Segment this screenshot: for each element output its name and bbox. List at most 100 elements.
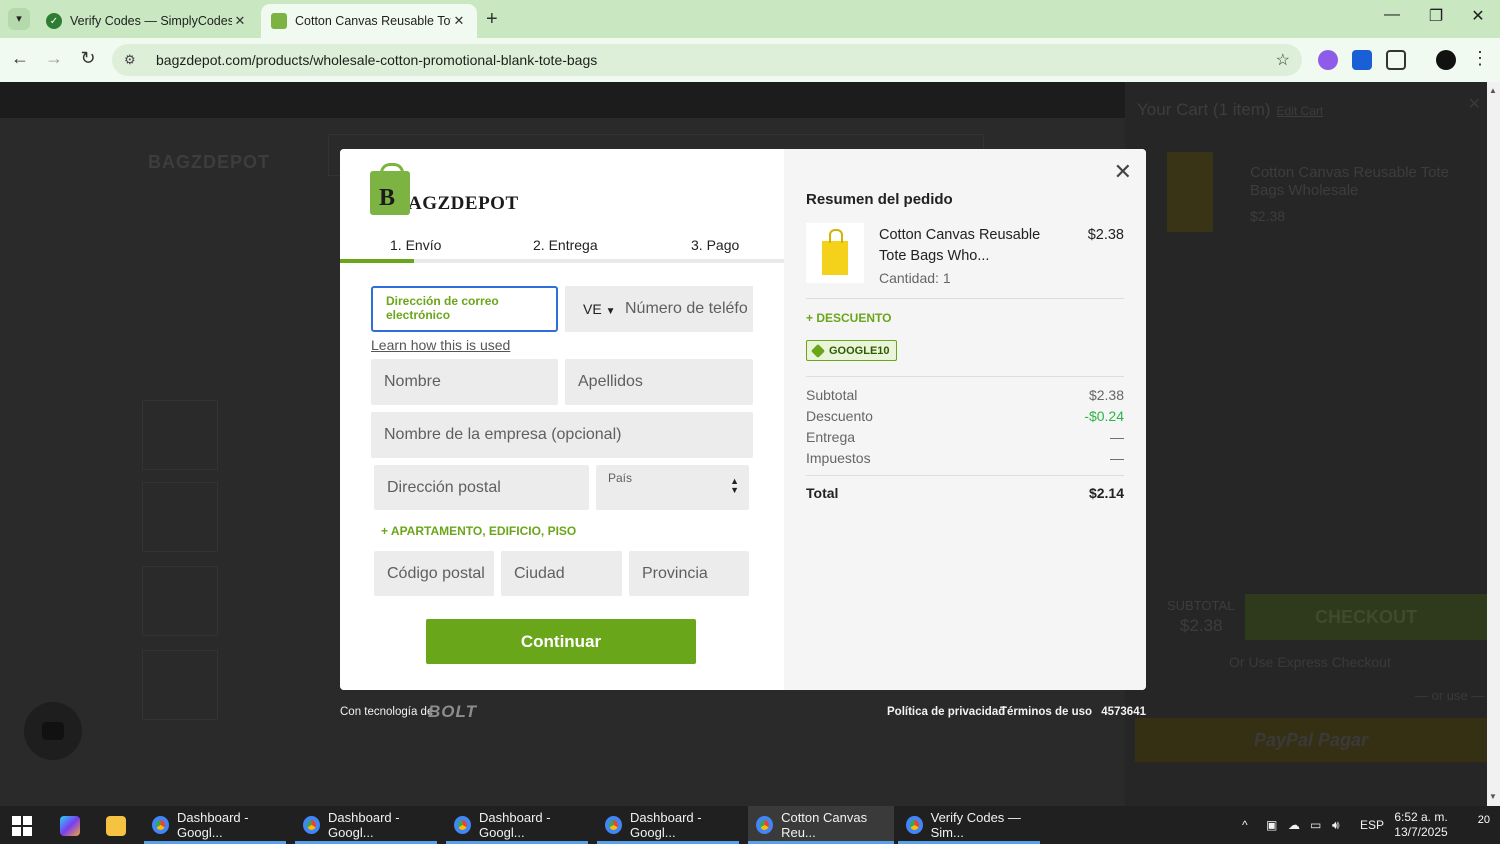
puzzle-extensions-icon[interactable] [1386, 50, 1406, 70]
cart-subtotal-label: SUBTOTAL [1167, 598, 1235, 613]
modal-close-icon[interactable]: ✕ [1114, 159, 1132, 185]
country-code-value: VE [583, 301, 602, 317]
express-checkout-text: Or Use Express Checkout [1229, 654, 1391, 670]
tab-verify-codes[interactable]: ✓ Verify Codes — SimplyCodes ✕ [36, 4, 258, 38]
coupon-badge[interactable]: GOOGLE10 [806, 340, 897, 361]
page-scrollbar[interactable]: ▲ ▼ [1487, 82, 1500, 806]
file-explorer-icon[interactable] [106, 816, 126, 836]
tag-icon [810, 343, 826, 358]
scroll-down-icon[interactable]: ▼ [1489, 792, 1497, 801]
learn-how-link[interactable]: Learn how this is used [371, 337, 510, 353]
country-select[interactable]: País ▲ ▼ [596, 465, 749, 510]
row-label: Impuestos [806, 450, 871, 466]
tab-close-icon[interactable]: ✕ [451, 13, 467, 29]
window-close-icon[interactable]: ✕ [1458, 6, 1498, 26]
clock-time: 6:52 a. m. [1394, 810, 1448, 824]
shopping-bag-logo-icon: B [370, 163, 410, 215]
taskbar-app-chrome[interactable]: Dashboard - Googl... [295, 806, 437, 844]
chat-bubble-icon[interactable] [24, 702, 82, 760]
scroll-up-icon[interactable]: ▲ [1489, 86, 1497, 95]
step-shipping[interactable]: 1. Envío [390, 237, 441, 253]
phone-input[interactable]: Número de teléfono [625, 300, 747, 318]
tab-title: Cotton Canvas Reusable Tote B [295, 14, 451, 28]
tab-title: Verify Codes — SimplyCodes [70, 14, 232, 28]
new-tab-plus-icon[interactable]: + [486, 8, 498, 31]
chrome-icon [906, 816, 923, 834]
meet-now-icon[interactable]: ▣ [1266, 806, 1277, 844]
system-clock[interactable]: 6:52 a. m. 13/7/2025 [1388, 810, 1454, 840]
row-value: — [1110, 450, 1124, 466]
continue-button[interactable]: Continuar [426, 619, 696, 664]
network-icon[interactable]: ▭ [1310, 806, 1321, 844]
announcement-strip [0, 82, 1125, 118]
language-indicator[interactable]: ESP [1360, 806, 1384, 844]
discount-row: Descuento -$0.24 [806, 408, 1124, 424]
sort-arrows-icon: ▲ ▼ [730, 476, 739, 495]
cart-header: Your Cart (1 item) Edit Cart [1137, 100, 1323, 120]
add-discount-link[interactable]: + DESCUENTO [806, 311, 891, 325]
address-bar[interactable]: ⚙ bagzdepot.com/products/wholesale-cotto… [112, 44, 1302, 76]
province-field[interactable]: Provincia [629, 551, 749, 596]
address-field[interactable]: Dirección postal [374, 465, 589, 510]
taskbar-app-chrome[interactable]: Dashboard - Googl... [144, 806, 286, 844]
bagzdepot-logo: B AGZDEPOT [370, 163, 519, 215]
email-field-label: Dirección de correo electrónico [386, 294, 499, 322]
add-apartment-link[interactable]: + APARTAMENTO, EDIFICIO, PISO [381, 524, 576, 538]
city-field[interactable]: Ciudad [501, 551, 622, 596]
windows-start-icon[interactable] [12, 816, 32, 836]
store-logo: BAGZDEPOT [148, 152, 271, 172]
copilot-icon[interactable] [60, 816, 80, 836]
tab-close-icon[interactable]: ✕ [232, 13, 248, 29]
country-label: País [608, 471, 633, 485]
taskbar-app-chrome[interactable]: Dashboard - Googl... [597, 806, 739, 844]
taskbar-app-chrome-active[interactable]: Cotton Canvas Reu... [748, 806, 894, 844]
last-name-field[interactable]: Apellidos [565, 359, 753, 405]
first-name-field[interactable]: Nombre [371, 359, 558, 405]
taskbar-app-chrome[interactable]: Verify Codes — Sim... [898, 806, 1040, 844]
company-field[interactable]: Nombre de la empresa (opcional) [371, 412, 753, 458]
coupon-code: GOOGLE10 [829, 344, 890, 357]
taskbar-app-label: Verify Codes — Sim... [930, 810, 1021, 840]
tab-cotton-canvas[interactable]: Cotton Canvas Reusable Tote B ✕ [261, 4, 477, 38]
taskbar-app-chrome[interactable]: Dashboard - Googl... [446, 806, 588, 844]
row-value: -$0.24 [1084, 408, 1124, 424]
postal-code-field[interactable]: Código postal [374, 551, 494, 596]
privacy-link[interactable]: Política de privacidad [887, 706, 1005, 718]
url-text: bagzdepot.com/products/wholesale-cotton-… [156, 52, 598, 68]
country-code-select[interactable]: VE ▼ [565, 301, 617, 317]
tray-chevron-icon[interactable]: ^ [1242, 806, 1248, 844]
restore-icon[interactable]: ❐ [1416, 6, 1456, 26]
paypal-button: PayPal Pagar [1135, 718, 1487, 762]
bookmark-star-icon[interactable]: ☆ [1276, 50, 1290, 70]
browser-menu-icon[interactable]: ⋮ [1468, 48, 1492, 69]
cart-item-name: Cotton Canvas Reusable Tote Bags Wholesa… [1250, 164, 1450, 199]
terms-link[interactable]: Términos de uso [1000, 706, 1092, 718]
step-delivery[interactable]: 2. Entrega [533, 237, 598, 253]
step-payment[interactable]: 3. Pago [691, 237, 739, 253]
phone-field[interactable]: VE ▼ Número de teléfono [565, 286, 753, 332]
reload-icon[interactable]: ↻ [76, 48, 100, 69]
site-info-icon[interactable]: ⚙ [124, 52, 144, 68]
taskbar-app-label: Dashboard - Googl... [177, 810, 249, 840]
taskbar-app-label: Dashboard - Googl... [328, 810, 400, 840]
product-thumbnail [142, 650, 218, 720]
onedrive-cloud-icon[interactable]: ☁ [1288, 806, 1300, 844]
profile-avatar[interactable] [1436, 50, 1456, 70]
notification-center-icon[interactable]: 20 [1460, 814, 1490, 836]
volume-icon[interactable]: 🔊︎ [1332, 806, 1340, 844]
tab-search-menu-icon[interactable]: ▾ [8, 8, 30, 30]
summary-item-image [806, 223, 864, 283]
notification-count: 20 [1477, 814, 1490, 826]
order-summary-title: Resumen del pedido [806, 191, 953, 208]
steps-progress [340, 259, 414, 263]
back-arrow-icon[interactable]: ← [8, 48, 32, 69]
email-field[interactable]: Dirección de correo electrónico [371, 286, 558, 332]
logo-letter: B [379, 185, 396, 211]
chrome-icon [303, 816, 321, 834]
checkout-form-panel: B AGZDEPOT 1. Envío 2. Entrega 3. Pago D… [340, 149, 784, 690]
shield-extension-icon[interactable] [1352, 50, 1372, 70]
minimize-icon[interactable]: — [1372, 6, 1412, 24]
extension-icon[interactable] [1318, 50, 1338, 70]
forward-arrow-icon[interactable]: → [42, 48, 66, 69]
row-label: Subtotal [806, 387, 858, 403]
